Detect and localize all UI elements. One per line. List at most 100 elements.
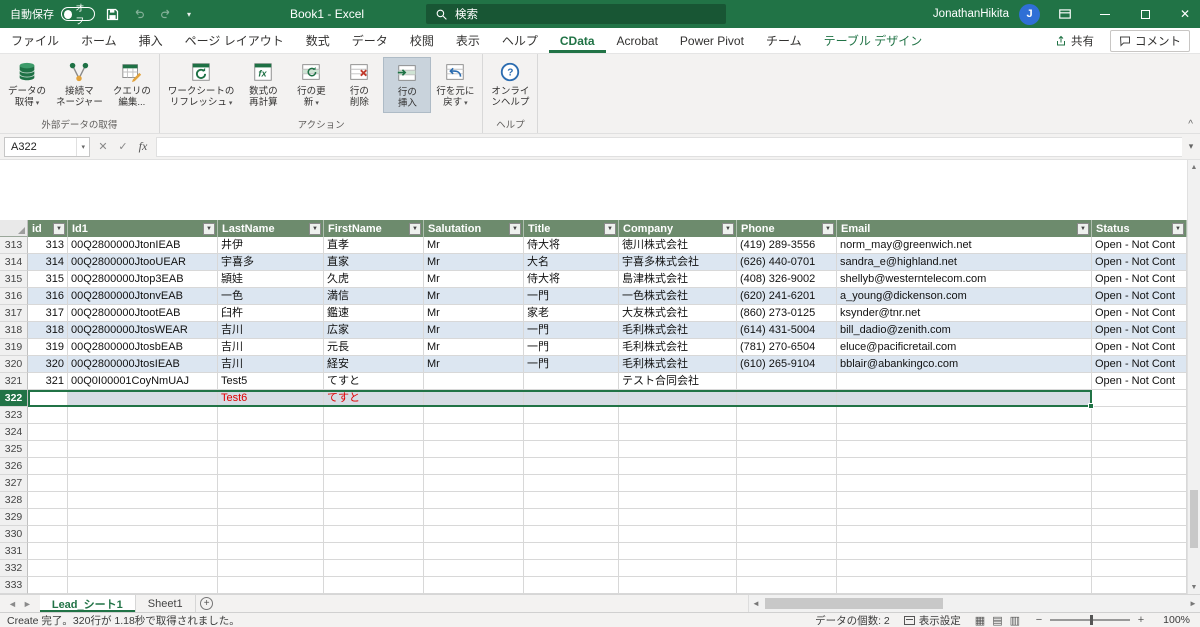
cell-Salutation-316[interactable]: Mr <box>424 288 524 305</box>
cell-Id1-331[interactable] <box>68 543 218 560</box>
cell-Phone-314[interactable]: (626) 440-0701 <box>737 254 837 271</box>
horizontal-scrollbar[interactable]: ◄ ► <box>748 595 1200 612</box>
cell-Status-316[interactable]: Open - Not Cont <box>1092 288 1187 305</box>
cell-LastName-332[interactable] <box>218 560 324 577</box>
share-button[interactable]: 共有 <box>1047 31 1102 51</box>
cell-id-319[interactable]: 319 <box>28 339 68 356</box>
cell-Email-320[interactable]: bblair@abankingco.com <box>837 356 1092 373</box>
filter-dropdown-icon[interactable]: ▼ <box>604 222 616 235</box>
delete-row-button[interactable]: 行の 削除 <box>335 57 383 111</box>
filter-dropdown-icon[interactable]: ▼ <box>722 222 734 235</box>
cell-Company-317[interactable]: 大友株式会社 <box>619 305 737 322</box>
cell-Phone-318[interactable]: (614) 431-5004 <box>737 322 837 339</box>
row-header-329[interactable]: 329 <box>0 509 28 526</box>
zoom-slider-thumb[interactable] <box>1090 615 1093 625</box>
scroll-right-icon[interactable]: ► <box>1186 599 1200 608</box>
filter-dropdown-icon[interactable]: ▼ <box>409 222 421 235</box>
cell-Company-316[interactable]: 一色株式会社 <box>619 288 737 305</box>
row-header-317[interactable]: 317 <box>0 305 28 322</box>
cell-id-329[interactable] <box>28 509 68 526</box>
cell-Title-320[interactable]: 一門 <box>524 356 619 373</box>
cell-id-332[interactable] <box>28 560 68 577</box>
column-header-Email[interactable]: Email ▼ <box>837 220 1092 237</box>
cell-FirstName-329[interactable] <box>324 509 424 526</box>
cell-Id1-332[interactable] <box>68 560 218 577</box>
cell-Status-315[interactable]: Open - Not Cont <box>1092 271 1187 288</box>
cell-Company-329[interactable] <box>619 509 737 526</box>
ribbon-tab-データ[interactable]: データ <box>341 28 399 53</box>
cell-Phone-315[interactable]: (408) 326-9002 <box>737 271 837 288</box>
display-settings-button[interactable]: 表示設定 <box>903 613 961 627</box>
cell-Status-317[interactable]: Open - Not Cont <box>1092 305 1187 322</box>
normal-view-icon[interactable]: ▦ <box>975 614 985 627</box>
cell-Status-330[interactable] <box>1092 526 1187 543</box>
cell-id-323[interactable] <box>28 407 68 424</box>
cell-Status-324[interactable] <box>1092 424 1187 441</box>
sheet-tab-Sheet1[interactable]: Sheet1 <box>136 595 196 612</box>
cell-Email-324[interactable] <box>837 424 1092 441</box>
row-header-323[interactable]: 323 <box>0 407 28 424</box>
ribbon-tab-チーム[interactable]: チーム <box>755 28 813 53</box>
name-box[interactable]: A322 ▾ <box>4 136 90 157</box>
cell-Title-315[interactable]: 侍大将 <box>524 271 619 288</box>
cell-id-314[interactable]: 314 <box>28 254 68 271</box>
cell-Id1-326[interactable] <box>68 458 218 475</box>
cell-LastName-315[interactable]: 頴娃 <box>218 271 324 288</box>
cell-Title-331[interactable] <box>524 543 619 560</box>
cell-Title-314[interactable]: 大名 <box>524 254 619 271</box>
cell-Company-327[interactable] <box>619 475 737 492</box>
cell-Title-324[interactable] <box>524 424 619 441</box>
cell-Phone-325[interactable] <box>737 441 837 458</box>
cell-Salutation-333[interactable] <box>424 577 524 594</box>
ribbon-tab-Power Pivot[interactable]: Power Pivot <box>669 28 755 53</box>
cell-id-331[interactable] <box>28 543 68 560</box>
cell-FirstName-314[interactable]: 直家 <box>324 254 424 271</box>
cell-Company-326[interactable] <box>619 458 737 475</box>
cell-Status-320[interactable]: Open - Not Cont <box>1092 356 1187 373</box>
vertical-scroll-thumb[interactable] <box>1190 489 1198 548</box>
add-sheet-button[interactable]: + <box>196 595 218 612</box>
row-header-319[interactable]: 319 <box>0 339 28 356</box>
cell-Id1-329[interactable] <box>68 509 218 526</box>
page-break-view-icon[interactable]: ▥ <box>1010 614 1020 627</box>
cell-FirstName-327[interactable] <box>324 475 424 492</box>
cell-Company-328[interactable] <box>619 492 737 509</box>
cell-Email-330[interactable] <box>837 526 1092 543</box>
scroll-up-icon[interactable]: ▲ <box>1188 160 1200 174</box>
cell-Email-329[interactable] <box>837 509 1092 526</box>
ribbon-tab-ヘルプ[interactable]: ヘルプ <box>491 28 549 53</box>
revert-row-button[interactable]: 行を元に 戻す ▾ <box>431 57 479 111</box>
cell-id-315[interactable]: 315 <box>28 271 68 288</box>
cell-Company-333[interactable] <box>619 577 737 594</box>
ribbon-tab-数式[interactable]: 数式 <box>295 28 341 53</box>
cell-Company-321[interactable]: テスト合同会社 <box>619 373 737 390</box>
cell-Salutation-319[interactable]: Mr <box>424 339 524 356</box>
cell-Id1-333[interactable] <box>68 577 218 594</box>
row-header-331[interactable]: 331 <box>0 543 28 560</box>
cell-FirstName-317[interactable]: 鑑速 <box>324 305 424 322</box>
column-header-Salutation[interactable]: Salutation ▼ <box>424 220 524 237</box>
scroll-left-icon[interactable]: ◄ <box>749 599 763 608</box>
cell-Id1-330[interactable] <box>68 526 218 543</box>
collapse-ribbon-icon[interactable]: ^ <box>1188 119 1193 130</box>
cell-LastName-324[interactable] <box>218 424 324 441</box>
autosave-toggle[interactable]: オフ <box>61 3 95 26</box>
qat-customize-caret[interactable]: ▾ <box>183 3 195 25</box>
cell-Salutation-326[interactable] <box>424 458 524 475</box>
row-header-328[interactable]: 328 <box>0 492 28 509</box>
cell-Phone-317[interactable]: (860) 273-0125 <box>737 305 837 322</box>
cell-Email-318[interactable]: bill_dadio@zenith.com <box>837 322 1092 339</box>
cell-Title-313[interactable]: 侍大将 <box>524 237 619 254</box>
search-box[interactable]: 検索 <box>426 4 726 24</box>
cell-Phone-313[interactable]: (419) 289-3556 <box>737 237 837 254</box>
cell-LastName-313[interactable]: 井伊 <box>218 237 324 254</box>
row-header-316[interactable]: 316 <box>0 288 28 305</box>
cell-Id1-322[interactable] <box>68 390 218 407</box>
save-button[interactable] <box>102 3 122 25</box>
ribbon-tab-CData[interactable]: CData <box>549 28 606 53</box>
cell-Email-319[interactable]: eluce@pacificretail.com <box>837 339 1092 356</box>
cell-id-333[interactable] <box>28 577 68 594</box>
cell-Title-317[interactable]: 家老 <box>524 305 619 322</box>
cell-Id1-320[interactable]: 00Q2800000JtosIEAB <box>68 356 218 373</box>
cell-Email-322[interactable] <box>837 390 1092 407</box>
